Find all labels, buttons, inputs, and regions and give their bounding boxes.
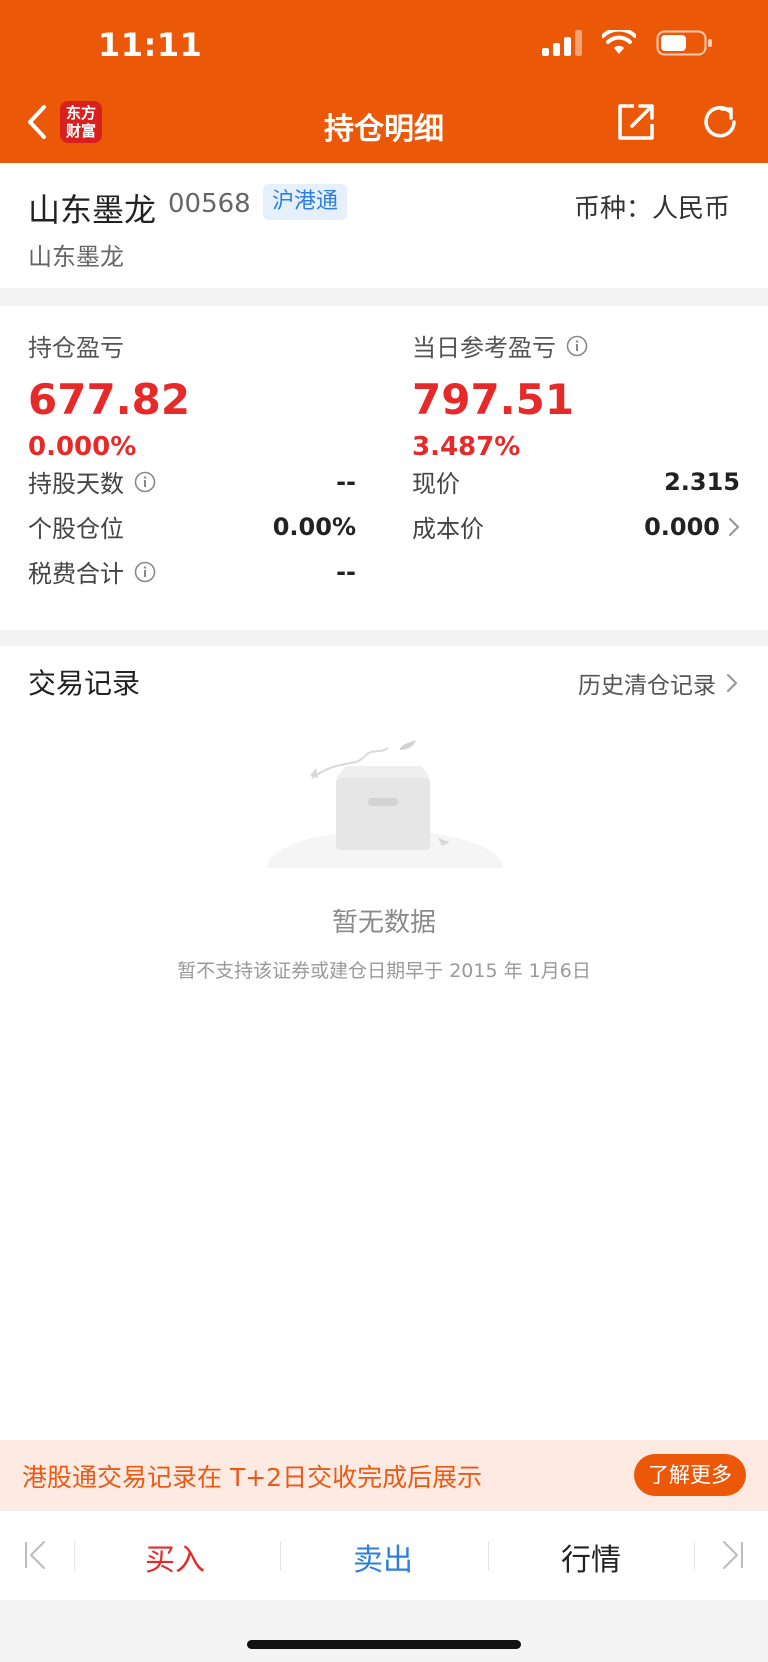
- fees-label: 税费合计: [28, 560, 124, 588]
- learn-more-button[interactable]: 了解更多: [634, 1454, 746, 1496]
- holding-pl-value: 677.82: [28, 375, 191, 424]
- wifi-icon: [602, 30, 636, 54]
- stock-code: 00568: [168, 189, 251, 219]
- hold-days-label: 持股天数: [28, 470, 124, 498]
- empty-box-illustration: [267, 740, 503, 868]
- history-clear-label: 历史清仓记录: [578, 673, 716, 699]
- cellular-signal-icon: [542, 30, 582, 56]
- divider: [74, 1541, 75, 1571]
- last-page-icon[interactable]: [720, 1539, 746, 1571]
- holding-pl: 持仓盈亏 677.82 0.000%: [28, 328, 190, 462]
- notice-bar: 港股通交易记录在 T+2日交收完成后展示 了解更多: [0, 1440, 768, 1510]
- daily-pl-value: 797.51: [412, 375, 575, 424]
- fees-value: --: [336, 557, 356, 586]
- divider: [694, 1541, 695, 1571]
- cost-label: 成本价: [412, 515, 484, 543]
- cost-value-group: 0.000: [644, 513, 740, 541]
- empty-subtitle: 暂不支持该证券或建仓日期早于 2015 年 1月6日: [177, 960, 591, 982]
- stock-subtitle: 山东墨龙: [28, 243, 124, 271]
- holding-pl-label: 持仓盈亏: [28, 334, 124, 362]
- quote-button[interactable]: 行情: [521, 1535, 661, 1579]
- stock-header: 山东墨龙 00568 沪港通 币种：人民币 山东墨龙: [0, 163, 768, 288]
- chevron-right-icon: [728, 517, 740, 536]
- stock-name: 山东墨龙: [28, 191, 157, 229]
- home-indicator[interactable]: [247, 1640, 521, 1649]
- hold-days-key: 持股天数: [28, 464, 156, 499]
- chevron-right-icon: [726, 673, 738, 693]
- notice-text: 港股通交易记录在 T+2日交收完成后展示: [22, 1463, 483, 1492]
- daily-pl-label: 当日参考盈亏: [412, 334, 556, 362]
- hold-days-row: 持股天数 --: [28, 464, 356, 499]
- market-badge: 沪港通: [263, 184, 348, 220]
- hold-days-value: --: [336, 467, 356, 496]
- buy-button[interactable]: 买入: [105, 1535, 245, 1579]
- position-label: 个股仓位: [28, 515, 124, 543]
- cost-row[interactable]: 成本价 0.000: [412, 509, 740, 544]
- currency-label: 币种：人民币: [573, 194, 730, 224]
- top-bar: 11:11 东方 财富 持仓明细: [0, 0, 768, 163]
- daily-pl-pct: 3.487%: [412, 432, 521, 462]
- page: 11:11 东方 财富 持仓明细 山东墨龙 00568 沪港通 币种：人民币 山…: [0, 0, 768, 1662]
- bottom-action-bar: 买入 卖出 行情: [0, 1510, 768, 1601]
- daily-pl-label-row: 当日参考盈亏: [412, 328, 588, 363]
- price-label: 现价: [412, 470, 460, 498]
- divider: [280, 1541, 281, 1571]
- home-area: [0, 1600, 768, 1662]
- nav-bar: 东方 财富 持仓明细: [0, 86, 768, 163]
- position-value: 0.00%: [272, 512, 356, 541]
- holding-pl-pct: 0.000%: [28, 432, 137, 462]
- pl-card: 持仓盈亏 677.82 0.000% 当日参考盈亏 797.51 3.487% …: [0, 306, 768, 630]
- empty-title: 暂无数据: [331, 908, 436, 938]
- info-icon[interactable]: [134, 561, 156, 583]
- status-time: 11:11: [98, 26, 203, 64]
- fees-row: 税费合计 --: [28, 554, 356, 589]
- share-icon[interactable]: [614, 100, 658, 144]
- info-icon[interactable]: [566, 335, 588, 357]
- cost-value: 0.000: [644, 512, 720, 541]
- sell-button[interactable]: 卖出: [313, 1535, 453, 1579]
- position-row: 个股仓位 0.00%: [28, 509, 356, 544]
- refresh-icon[interactable]: [698, 100, 742, 144]
- price-value: 2.315: [664, 467, 740, 496]
- fees-key: 税费合计: [28, 554, 156, 589]
- history-clear-link[interactable]: 历史清仓记录: [578, 666, 738, 700]
- status-icons: [542, 30, 714, 56]
- divider: [488, 1541, 489, 1571]
- price-row: 现价 2.315: [412, 464, 740, 499]
- trade-record-section: 交易记录 历史清仓记录 暂无数据 暂不支持该证券或建仓日期早于 2015 年 1…: [0, 646, 768, 1440]
- first-page-icon[interactable]: [22, 1539, 48, 1571]
- battery-icon: [656, 30, 712, 56]
- trade-record-title: 交易记录: [28, 667, 141, 700]
- info-icon[interactable]: [134, 471, 156, 493]
- daily-pl: 当日参考盈亏 797.51 3.487%: [412, 328, 588, 462]
